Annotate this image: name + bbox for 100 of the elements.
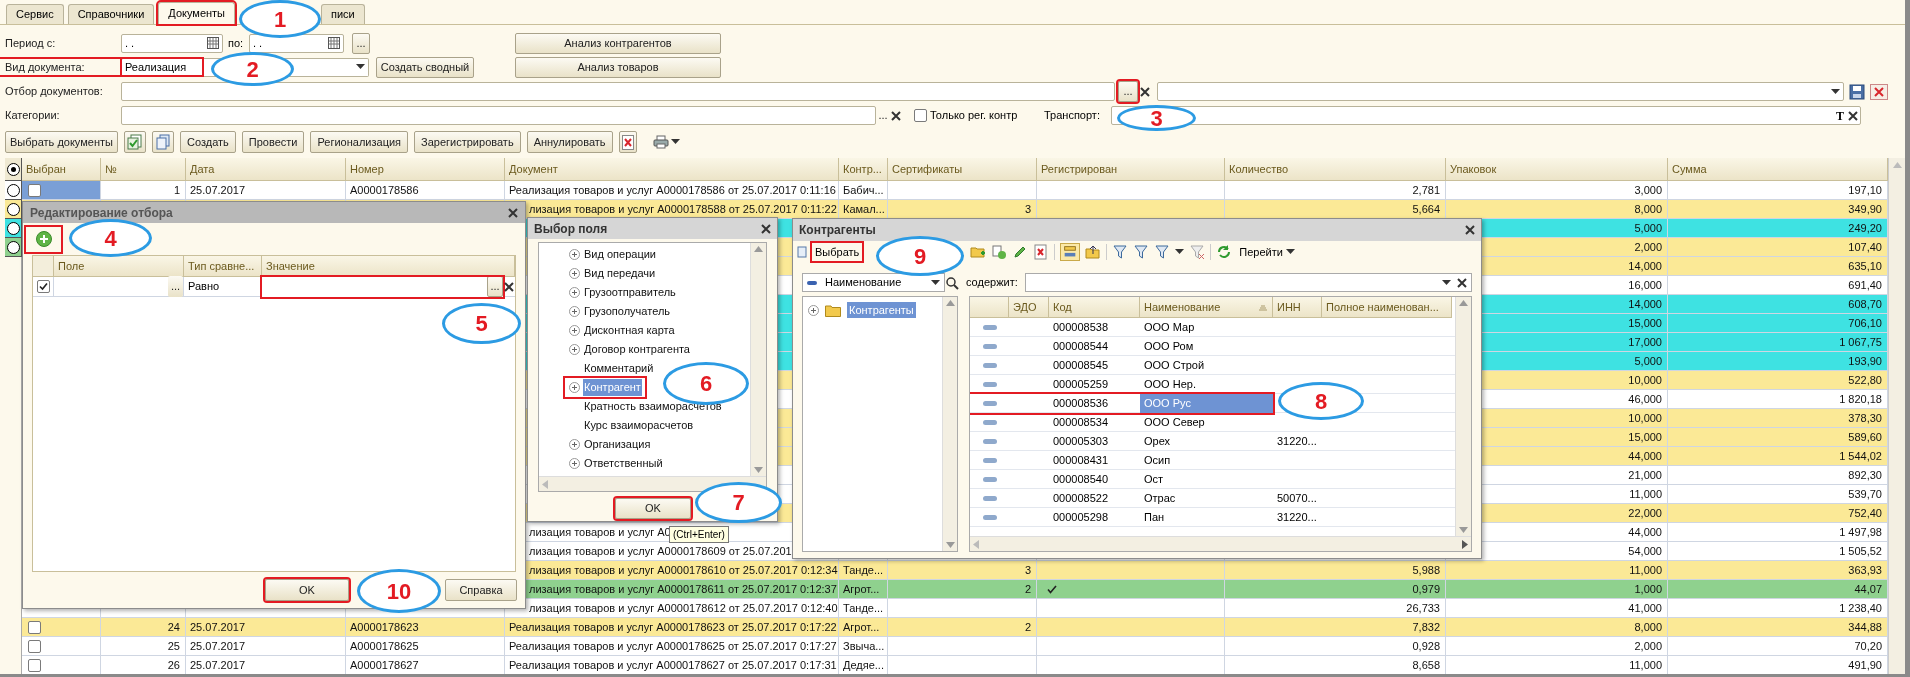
- list-row[interactable]: 000005259 ООО Нер.: [970, 375, 1273, 394]
- column-header[interactable]: Регистрирован: [1037, 158, 1225, 181]
- item-label[interactable]: Комментарий: [583, 360, 655, 377]
- item-label[interactable]: Курс взаиморасчетов: [583, 417, 695, 434]
- column-header[interactable]: Поле: [54, 256, 184, 277]
- close-icon[interactable]: [761, 223, 771, 234]
- list-row[interactable]: 000005303 Орех: [970, 432, 1273, 451]
- column-header[interactable]: Количество: [1225, 158, 1446, 181]
- item-label[interactable]: Дисконтная карта: [583, 322, 676, 339]
- list-row[interactable]: 000008522 Отрас: [970, 489, 1273, 508]
- toolbar-button[interactable]: Аннулировать: [526, 131, 613, 153]
- expand-icon[interactable]: [569, 249, 580, 260]
- item-label[interactable]: Ответственный: [583, 455, 664, 472]
- select-button[interactable]: Выбрать: [812, 243, 863, 261]
- tree-item[interactable]: Курс взаиморасчетов: [565, 416, 698, 435]
- caret-icon[interactable]: [1175, 249, 1185, 255]
- column-header[interactable]: Контр...: [839, 158, 888, 181]
- close-icon[interactable]: [1465, 225, 1475, 235]
- close-icon[interactable]: [891, 110, 901, 121]
- caret-icon[interactable]: [1285, 249, 1295, 255]
- column-header[interactable]: ЭДО: [1009, 297, 1049, 318]
- save-icon[interactable]: [1849, 83, 1865, 100]
- toolbar-button[interactable]: Создать: [180, 131, 236, 153]
- tree-item[interactable]: Вид операции: [565, 245, 660, 264]
- radio-button[interactable]: [6, 162, 20, 176]
- list-row[interactable]: 000008538 ООО Мар: [970, 318, 1273, 337]
- item-label[interactable]: Вид операции: [583, 246, 657, 263]
- close-icon[interactable]: [508, 207, 518, 218]
- browse-button[interactable]: ...: [1118, 81, 1138, 102]
- table-row[interactable]: 26 25.07.2017 A0000178627 Реализация товаров и услуг A0000178627 от 25.07.2017 0:17:31 Дедяе... 8,658 11,000 491,90: [22, 656, 1888, 674]
- value-field[interactable]: ...: [262, 276, 503, 297]
- column-header[interactable]: Сертификаты: [888, 158, 1037, 181]
- tab[interactable]: Документы: [158, 2, 235, 24]
- calendar-icon[interactable]: [328, 37, 340, 49]
- item-label[interactable]: Грузополучатель: [583, 303, 672, 320]
- analysis-button[interactable]: Анализ товаров: [515, 56, 721, 78]
- close-icon[interactable]: [1140, 86, 1150, 97]
- column-header[interactable]: №: [101, 158, 186, 181]
- column-header[interactable]: Полное наименован...: [1322, 297, 1452, 318]
- list-row[interactable]: 000005298 Пан: [970, 508, 1273, 527]
- period-button[interactable]: ...: [352, 32, 370, 54]
- hierarchy-icon[interactable]: [1060, 243, 1081, 261]
- expand-icon[interactable]: [569, 344, 580, 355]
- browse-button[interactable]: ...: [168, 276, 183, 297]
- scroll-right-icon[interactable]: [1462, 539, 1468, 549]
- column-header[interactable]: Дата: [186, 158, 346, 181]
- doc-filter-field[interactable]: [121, 82, 1115, 101]
- help-button[interactable]: Справка: [445, 579, 517, 601]
- checkbox[interactable]: [914, 109, 927, 122]
- toolbar-button[interactable]: Выбрать документы: [5, 131, 118, 153]
- item-label[interactable]: Организация: [583, 436, 652, 453]
- scrollbar[interactable]: [1888, 158, 1905, 674]
- tab[interactable]: писи: [321, 4, 365, 24]
- column-header[interactable]: Номер: [346, 158, 505, 181]
- column-header[interactable]: Сумма: [1668, 158, 1888, 181]
- column-header[interactable]: Значение: [262, 256, 515, 277]
- tab[interactable]: Справочники: [67, 4, 155, 24]
- toolbar-button[interactable]: [152, 131, 174, 153]
- table-row[interactable]: 24 25.07.2017 A0000178623 Реализация товаров и услуг A0000178623 от 25.07.2017 0:17:22 Агрот... 2 7,832 8,000 344,88: [22, 618, 1888, 637]
- column-header[interactable]: Наименование: [1140, 297, 1273, 318]
- checkbox[interactable]: [28, 658, 41, 672]
- checkbox[interactable]: [28, 183, 41, 197]
- expand-icon[interactable]: [569, 439, 580, 450]
- column-header[interactable]: Тип сравне...: [184, 256, 262, 277]
- list-row[interactable]: 000008545 ООО Строй: [970, 356, 1273, 375]
- column-header[interactable]: Упаковок: [1446, 158, 1668, 181]
- checkbox[interactable]: [36, 280, 50, 293]
- filter-preset-field[interactable]: [1157, 82, 1844, 101]
- column-header[interactable]: ИНН: [1273, 297, 1322, 318]
- checkbox[interactable]: [28, 620, 41, 634]
- browse-button[interactable]: ...: [876, 105, 890, 126]
- list-row[interactable]: 000008540 Ост: [970, 470, 1273, 489]
- analysis-button[interactable]: Анализ контрагентов: [515, 32, 721, 54]
- list-row[interactable]: 000008431 Осип: [970, 451, 1273, 470]
- tree-item[interactable]: Вид передачи: [565, 264, 660, 283]
- tree-item[interactable]: Грузополучатель: [565, 302, 675, 321]
- table-cell[interactable]: [22, 181, 101, 199]
- tree-item[interactable]: Комментарий: [565, 359, 658, 378]
- expand-icon[interactable]: [569, 268, 580, 279]
- table-row[interactable]: 25 25.07.2017 A0000178625 Реализация товаров и услуг A0000178625 от 25.07.2017 0:17:27 Звыча... 0,928 2,000 70,20: [22, 637, 1888, 656]
- calendar-icon[interactable]: [207, 37, 219, 49]
- ok-button[interactable]: OK: [265, 579, 349, 601]
- item-label[interactable]: Договор контрагента: [583, 341, 691, 358]
- toolbar-button[interactable]: Провести: [241, 131, 305, 153]
- close-icon[interactable]: [504, 281, 514, 292]
- create-summary-button[interactable]: Создать сводный: [376, 56, 474, 78]
- tab[interactable]: Сервис: [6, 4, 64, 24]
- expand-icon[interactable]: [808, 304, 819, 316]
- printer-icon[interactable]: [652, 135, 669, 149]
- column-header[interactable]: Код: [1049, 297, 1140, 318]
- refresh-icon[interactable]: [1216, 244, 1233, 260]
- item-label[interactable]: Вид передачи: [583, 265, 657, 282]
- filter-clear-icon[interactable]: [1189, 244, 1206, 260]
- caret-icon[interactable]: [931, 279, 940, 286]
- checkbox[interactable]: [28, 639, 41, 653]
- search-field-select[interactable]: Наименование: [802, 273, 945, 292]
- toolbar-button[interactable]: [124, 131, 146, 153]
- copy-icon[interactable]: [991, 244, 1008, 260]
- checkbox-label[interactable]: Только рег. контр: [930, 107, 1018, 124]
- tree-item[interactable]: Грузоотправитель: [565, 283, 680, 302]
